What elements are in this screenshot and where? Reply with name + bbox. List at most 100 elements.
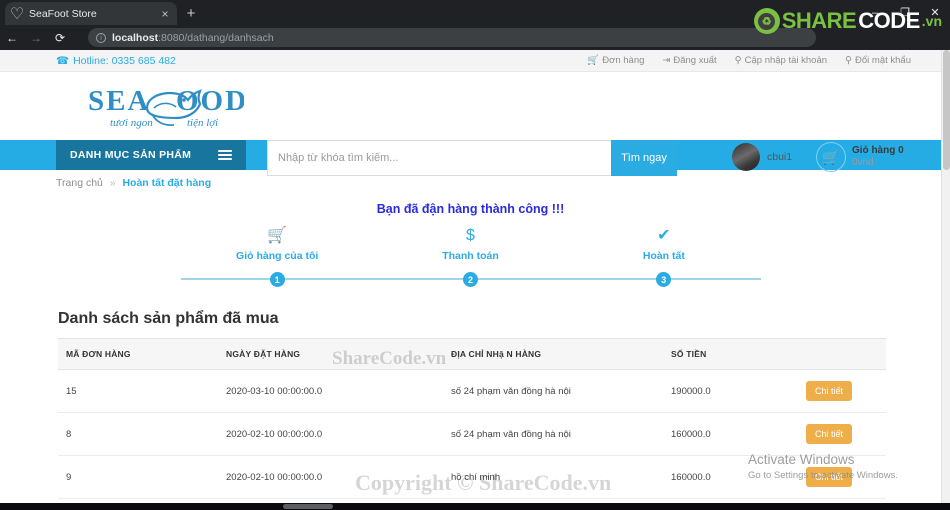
step-cart[interactable]: 🛒 Giỏ hàng của tôi [181,226,374,262]
detail-button[interactable]: Chi tiết [806,424,853,444]
step-label: Giỏ hàng của tôi [236,250,319,262]
user-account[interactable]: cbui1 [732,143,792,171]
success-message: Bạn đã đận hàng thành công !!! [376,202,565,216]
check-icon: ✔ [657,227,671,244]
vertical-scrollbar-thumb[interactable] [943,50,950,170]
utility-link-label: Đơn hàng [602,55,645,66]
window-close-icon[interactable]: ✕ [920,0,950,25]
cell-order-date: 2020-03-10 00:00:00.0 [218,369,443,413]
column-order-id: MÃ ĐƠN HÀNG [58,338,218,370]
cell-order-date: 2020-02-10 00:00:00.0 [218,412,443,456]
browser-toolbar: ← → ⟳ i localhost:8080/dathang/danhsach … [0,25,950,67]
shopping-cart-icon: 🛒 [816,142,846,172]
column-actions [798,338,886,370]
orders-table: MÃ ĐƠN HÀNG NGÀY ĐẶT HÀNG ĐỊA CHỈ NHậ N … [58,338,886,503]
minimize-icon[interactable]: – [860,0,890,25]
key-icon: ⚲ [845,55,853,66]
stepper-steps: 🛒 Giỏ hàng của tôi $ Thanh toán ✔ Hoàn t… [181,226,761,262]
stepper-dot-cell: 1 [181,272,374,287]
cell-address: số 24 phạm văn đồng hà nội [443,412,663,456]
page-content: ☎ Hotline: 0335 685 482 🛒 Đơn hàng ⇥ Đăng … [0,50,941,503]
cell-address: số 24 phạm văn đồng hà nội [443,369,663,413]
cart-text: Giỏ hàng 0 0vnd [852,145,904,169]
heart-icon: ♡ [9,5,25,23]
phone-icon: ☎ [56,54,70,67]
hotline-label: Hotline: 0335 685 482 [73,54,176,67]
product-category-button[interactable]: DANH MỤC SẢN PHẨM [56,140,246,170]
new-tab-button[interactable]: + [182,5,200,23]
utility-link-orders[interactable]: 🛒 Đơn hàng [587,55,644,66]
detail-button[interactable]: Chi tiết [806,381,853,401]
site-logo[interactable]: SEA OOD tươi ngon tiện lợi [84,78,246,134]
reload-icon[interactable]: ⟳ [48,25,72,50]
cell-order-date: 2020-02-10 00:00:00.0 [218,455,443,499]
cart-total: 0vnd [852,157,874,168]
tab-title: SeaFoot Store [29,7,97,20]
step-label: Thanh toán [442,250,499,262]
column-amount: SỐ TIỀN [663,338,798,370]
window-controls: – ❐ ✕ [860,0,950,25]
info-icon[interactable]: i [96,32,106,43]
utility-link-logout[interactable]: ⇥ Đăng xuất [662,55,716,66]
back-icon[interactable]: ← [0,25,24,50]
screen: ♡ SeaFoot Store × + – ❐ ✕ ← → ⟳ i localh… [0,0,950,510]
url-host: localhost [112,31,159,44]
table-head: MÃ ĐƠN HÀNG NGÀY ĐẶT HÀNG ĐỊA CHỈ NHậ N … [58,338,886,370]
utility-bar: ☎ Hotline: 0335 685 482 🛒 Đơn hàng ⇥ Đăng … [0,50,941,72]
browser-chrome: ♡ SeaFoot Store × + – ❐ ✕ ← → ⟳ i localh… [0,0,950,67]
utility-link-label: Đăng xuất [673,55,717,66]
close-icon[interactable]: × [159,8,171,20]
browser-tab[interactable]: ♡ SeaFoot Store × [5,2,177,25]
horizontal-scrollbar-thumb[interactable] [283,504,333,509]
cart-title: Giỏ hàng 0 [852,145,904,156]
breadcrumb-home[interactable]: Trang chủ [56,177,103,189]
hamburger-menu-icon[interactable] [218,150,232,160]
search-input[interactable] [278,152,611,164]
page-title: Danh sách sản phẩm đã mua [58,310,279,327]
step-complete[interactable]: ✔ Hoàn tất [567,226,760,262]
cart-summary[interactable]: 🛒 Giỏ hàng 0 0vnd [816,142,904,172]
key-icon: ⚲ [734,55,742,66]
step-payment[interactable]: $ Thanh toán [374,226,567,262]
svg-text:tươi ngon: tươi ngon [110,117,153,129]
cell-address: hồ chí minh [443,455,663,499]
cart-icon: 🛒 [587,55,600,66]
search-button[interactable]: Tìm ngay [611,140,677,176]
vertical-scrollbar[interactable] [941,50,950,503]
cell-actions: Chi tiết [798,412,886,456]
cart-icon: 🛒 [267,227,288,244]
step-number-2: 2 [462,272,478,287]
cell-order-id: 15 [58,369,218,413]
svg-text:SEA: SEA [88,85,150,117]
table-header-row: MÃ ĐƠN HÀNG NGÀY ĐẶT HÀNG ĐỊA CHỈ NHậ N … [58,338,886,370]
detail-button[interactable]: Chi tiết [806,467,853,487]
avatar [732,143,760,171]
breadcrumb-current: Hoàn tất đặt hàng [122,177,212,189]
step-number-1: 1 [269,272,285,287]
table-row: 9 2020-02-10 00:00:00.0 hồ chí minh 1600… [58,455,886,499]
utility-link-change-password[interactable]: ⚲ Đổi mật khẩu [845,55,911,66]
cell-actions: Chi tiết [798,369,886,413]
cell-order-id: 8 [58,412,218,456]
cell-amount: 190000.0 [663,369,798,413]
address-bar-url: localhost:8080/dathang/danhsach [112,32,274,44]
logout-icon: ⇥ [662,55,671,66]
table-body: 15 2020-03-10 00:00:00.0 số 24 phạm văn … [58,369,886,503]
table-row: 15 2020-03-10 00:00:00.0 số 24 phạm văn … [58,369,886,413]
forward-icon[interactable]: → [24,25,48,50]
address-bar[interactable]: i localhost:8080/dathang/danhsach [88,28,816,47]
column-address: ĐỊA CHỈ NHậ N HÀNG [443,338,663,370]
cell-amount: 160000.0 [663,455,798,499]
maximize-icon[interactable]: ❐ [890,0,920,25]
utility-link-label: Cập nhập tài khoản [744,55,828,66]
product-category-label: DANH MỤC SẢN PHẨM [70,149,192,161]
search-input-wrapper[interactable] [267,140,611,176]
stepper-dot-cell: 3 [567,272,760,287]
hotline: ☎ Hotline: 0335 685 482 [56,55,176,67]
account-name: cbui1 [767,151,793,163]
site-header: SEA OOD tươi ngon tiện lợi [0,72,941,140]
cell-actions: Chi tiết [798,455,886,499]
url-path: :8080/dathang/danhsach [158,31,274,44]
utility-link-update-account[interactable]: ⚲ Cập nhập tài khoản [735,55,827,66]
cell-order-id: 9 [58,455,218,499]
